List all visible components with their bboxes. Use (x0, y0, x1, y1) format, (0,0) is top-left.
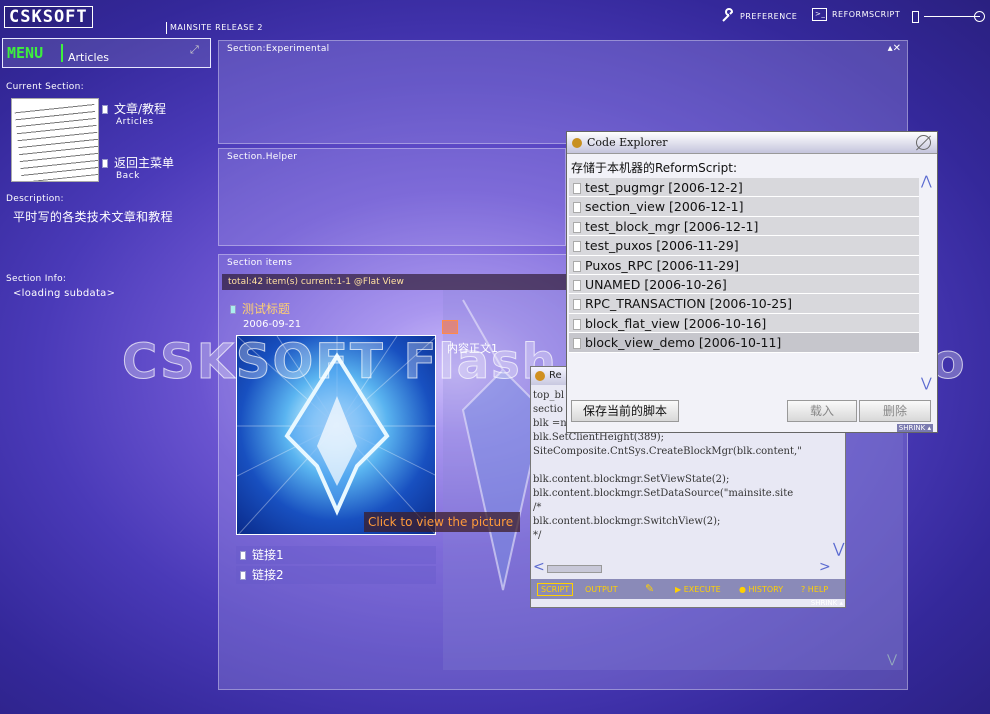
item-title-text: 测试标题 (242, 302, 291, 316)
sidebar-link-articles[interactable]: 文章/教程 Articles (102, 100, 166, 127)
load-button[interactable]: 载入 (787, 400, 857, 422)
menu-divider (61, 44, 63, 62)
tab-script[interactable]: SCRIPT (537, 583, 574, 596)
item-link-label: 链接1 (252, 548, 284, 562)
history-button[interactable]: ● HISTORY (739, 585, 783, 594)
volume-knob[interactable] (974, 11, 985, 22)
release-label: MAINSITE RELEASE 2 (166, 22, 263, 34)
scroll-down-icon[interactable]: ⋁ (833, 541, 844, 557)
sidebar-link-back[interactable]: 返回主菜单 Back (102, 154, 174, 181)
sidebar-link-label: 文章/教程 (114, 102, 167, 116)
shrink-label: SHRINK (810, 599, 838, 607)
window-dot-icon (572, 138, 582, 148)
shrink-label: SHRINK (898, 424, 926, 432)
script-item[interactable]: test_pugmgr [2006-12-2] (569, 178, 919, 198)
scroll-right-icon[interactable]: > (819, 559, 831, 575)
scroll-left-icon[interactable]: < (533, 559, 545, 575)
bullet-icon (240, 571, 246, 580)
explorer-title-bar[interactable]: Code Explorer (567, 132, 937, 154)
save-script-button[interactable]: 保存当前的脚本 (571, 400, 679, 422)
bullet-icon (240, 551, 246, 560)
scroll-down-icon[interactable]: ⋁ (921, 376, 932, 391)
section-info-text: <loading subdata> (13, 288, 116, 299)
preference-label: PREFERENCE (740, 11, 798, 21)
scroll-thumb[interactable] (547, 565, 602, 573)
script-item[interactable]: block_view_demo [2006-10-11] (569, 333, 919, 353)
reformscript-button[interactable]: >_ REFORMSCRIPT (812, 8, 900, 21)
item-link-label: 链接2 (252, 568, 284, 582)
sidebar-link-sub: Back (116, 171, 140, 181)
item-date: 2006-09-21 (243, 319, 302, 330)
bullet-icon (230, 305, 236, 314)
script-item[interactable]: Puxos_RPC [2006-11-29] (569, 255, 919, 275)
delete-button[interactable]: 删除 (859, 400, 931, 422)
experimental-panel: Section:Experimental ▴✕ (218, 40, 908, 144)
current-section-label: Current Section: (6, 82, 84, 92)
explorer-title: Code Explorer (587, 136, 668, 149)
editor-shrink-button[interactable]: SHRINK ▴ (811, 599, 843, 607)
history-label: HISTORY (748, 585, 784, 594)
item-title[interactable]: 测试标题 (230, 300, 290, 317)
wrench-icon (720, 8, 736, 24)
section-thumbnail (11, 98, 99, 182)
sidebar-link-sub: Articles (116, 117, 154, 127)
editor-toolbar: SCRIPT OUTPUT ✎ ▶ EXECUTE ● HISTORY ? HE… (531, 579, 845, 599)
expand-icon[interactable]: ⤢ (190, 43, 199, 57)
items-status: total:42 item(s) current:1-1 @Flat View (222, 274, 567, 290)
top-bar: CSKSOFT MAINSITE RELEASE 2 PREFERENCE >_… (0, 0, 990, 36)
explorer-label: 存储于本机器的ReformScript: (571, 161, 738, 175)
site-logo[interactable]: CSKSOFT (4, 6, 93, 28)
speaker-icon (912, 11, 919, 23)
execute-label: EXECUTE (683, 585, 721, 594)
eraser-icon[interactable]: ✎ (645, 582, 654, 595)
script-item[interactable]: test_puxos [2006-11-29] (569, 236, 919, 256)
content-bullet-icon (442, 320, 458, 334)
menu-section-label: Articles (68, 51, 110, 64)
bullet-icon (102, 105, 108, 114)
bullet-icon (102, 159, 108, 168)
horizontal-scrollbar[interactable]: < > (533, 559, 831, 575)
sidebar-link-label: 返回主菜单 (114, 156, 175, 170)
panel-title: Section:Experimental (227, 44, 330, 54)
window-dot-icon (535, 371, 545, 381)
script-item[interactable]: RPC_TRANSACTION [2006-10-25] (569, 294, 919, 314)
section-info-label: Section Info: (6, 274, 67, 284)
item-link-2[interactable]: 链接2 (236, 566, 436, 584)
script-item[interactable]: section_view [2006-12-1] (569, 197, 919, 217)
script-item[interactable]: test_block_mgr [2006-12-1] (569, 216, 919, 237)
volume-track (924, 16, 980, 17)
script-item[interactable]: block_flat_view [2006-10-16] (569, 313, 919, 334)
preference-button[interactable]: PREFERENCE (720, 8, 797, 24)
explorer-shrink-button[interactable]: SHRINK ▴ (896, 424, 933, 432)
scroll-up-icon[interactable]: ⋀ (921, 174, 932, 189)
panel-title: Section.Helper (227, 152, 298, 162)
execute-button[interactable]: ▶ EXECUTE (675, 585, 721, 594)
reformscript-label: REFORMSCRIPT (832, 10, 901, 19)
terminal-icon: >_ (812, 8, 827, 21)
panel-title: Section items (227, 258, 293, 268)
script-item[interactable]: UNAMED [2006-10-26] (569, 274, 919, 295)
helper-panel: Section.Helper (218, 148, 566, 246)
volume-slider[interactable] (912, 8, 986, 26)
tab-output[interactable]: OUTPUT (581, 583, 622, 596)
help-button[interactable]: ? HELP (801, 585, 828, 594)
script-list: test_pugmgr [2006-12-2] section_view [20… (569, 178, 919, 353)
panel-close-icon[interactable]: ▴✕ (888, 43, 901, 54)
close-icon[interactable] (916, 135, 931, 150)
view-picture-button[interactable]: Click to view the picture (364, 512, 520, 532)
description-label: Description: (6, 194, 64, 204)
description-text: 平时写的各类技术文章和教程 (13, 210, 173, 224)
editor-title: Re (549, 370, 562, 381)
item-link-1[interactable]: 链接1 (236, 546, 436, 564)
code-explorer-window: Code Explorer 存储于本机器的ReformScript: test_… (566, 131, 938, 433)
menu-box[interactable]: MENU Articles ⤢ (2, 38, 211, 68)
help-label: HELP (807, 585, 829, 594)
menu-label[interactable]: MENU (7, 44, 43, 62)
